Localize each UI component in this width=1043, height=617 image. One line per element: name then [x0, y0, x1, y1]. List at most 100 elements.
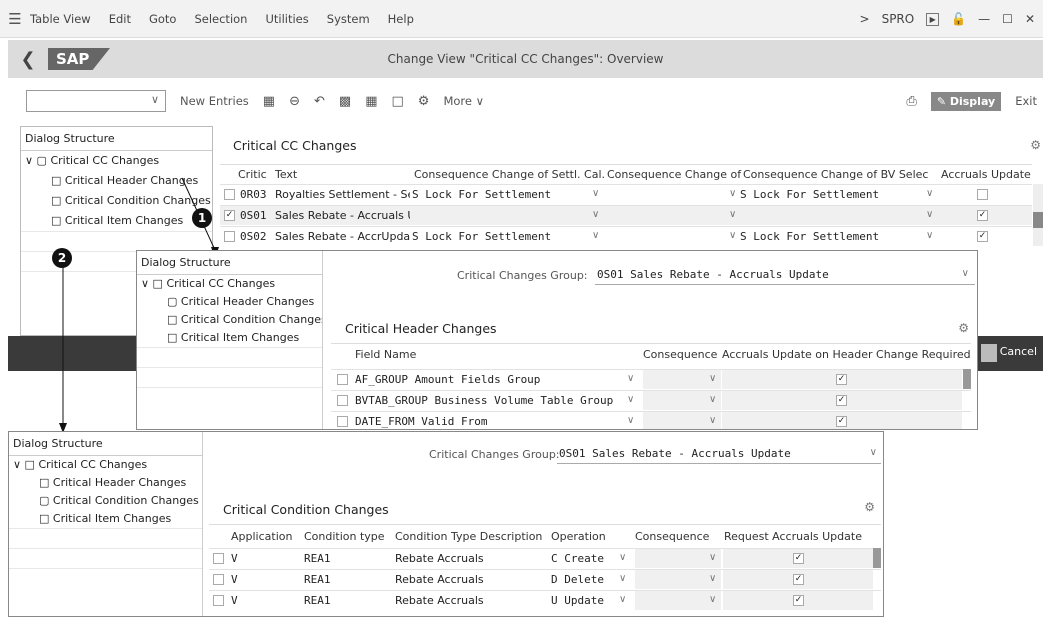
expand-arrow[interactable]: >: [860, 12, 870, 26]
chevron-down-icon[interactable]: ∨: [592, 230, 599, 241]
col-request-accruals[interactable]: Request Accruals Update: [724, 530, 862, 543]
menu-goto[interactable]: Goto: [149, 12, 177, 26]
tree-item-header-changes[interactable]: □ Critical Header Changes: [21, 171, 212, 191]
accruals-checkbox[interactable]: ✓: [977, 231, 988, 242]
accruals-checkbox[interactable]: ✓: [977, 210, 988, 221]
row-select[interactable]: [213, 595, 224, 606]
table-row[interactable]: DATE_FROM Valid From ∨ ∨ ✓: [331, 411, 971, 429]
chevron-down-icon[interactable]: ∨: [592, 188, 599, 199]
table-row[interactable]: V REA1 Rebate Accruals C Create ∨ ∨ ✓: [209, 548, 881, 568]
chevron-down-icon[interactable]: ∨: [926, 209, 933, 220]
col-consequence[interactable]: Consequence: [643, 348, 717, 361]
chevron-down-icon[interactable]: ∨: [709, 552, 716, 563]
row-select[interactable]: [213, 553, 224, 564]
menu-help[interactable]: Help: [388, 12, 414, 26]
table-row[interactable]: V REA1 Rebate Accruals D Delete ∨ ∨ ✓: [209, 569, 881, 589]
accruals-checkbox[interactable]: ✓: [836, 395, 847, 406]
accruals-checkbox[interactable]: ✓: [793, 574, 804, 585]
tree-item-item-changes[interactable]: □ Critical Item Changes: [137, 329, 322, 347]
col-operation[interactable]: Operation: [551, 530, 606, 543]
col-ext[interactable]: Consequence Change of ext: [607, 168, 742, 181]
chevron-down-icon[interactable]: ∨: [627, 373, 634, 384]
row-bv[interactable]: S Lock For Settlement: [740, 188, 879, 201]
menu-system[interactable]: System: [327, 12, 370, 26]
chevron-down-icon[interactable]: ∨: [729, 188, 736, 199]
settings-icon[interactable]: ⚙: [864, 500, 875, 514]
menu-selection[interactable]: Selection: [194, 12, 247, 26]
row-select[interactable]: [213, 574, 224, 585]
col-bv[interactable]: Consequence Change of BV Selec: [743, 168, 938, 181]
table-row[interactable]: BVTAB_GROUP Business Volume Table Group …: [331, 390, 971, 410]
menu-utilities[interactable]: Utilities: [265, 12, 308, 26]
copy-icon[interactable]: ▦: [263, 94, 275, 109]
col-accruals[interactable]: Accruals Update: [941, 168, 1031, 181]
select-block-icon[interactable]: ▦: [365, 94, 377, 109]
row-select[interactable]: [224, 231, 235, 242]
maximize-icon[interactable]: ☐: [1002, 12, 1013, 26]
row-select[interactable]: [224, 189, 235, 200]
row-select[interactable]: [337, 395, 348, 406]
col-text[interactable]: Text: [275, 168, 405, 181]
col-accruals-required[interactable]: Accruals Update on Header Change Require…: [722, 348, 971, 361]
tree-item-item-changes[interactable]: □ Critical Item Changes: [9, 510, 202, 528]
row-select[interactable]: [337, 374, 348, 385]
row-bv[interactable]: S Lock For Settlement: [740, 230, 879, 243]
exit-button[interactable]: Exit: [1015, 94, 1037, 108]
menu-icon[interactable]: ☰: [0, 10, 30, 28]
accruals-checkbox[interactable]: [977, 189, 988, 200]
col-condition-desc[interactable]: Condition Type Description: [395, 530, 542, 543]
row-select[interactable]: ✓: [224, 210, 235, 221]
settings-icon[interactable]: ⚙: [1030, 138, 1041, 152]
delete-icon[interactable]: ⊖: [289, 94, 300, 109]
col-settl[interactable]: Consequence Change of Settl. Cal.: [414, 168, 604, 181]
col-critic[interactable]: Critic: [238, 168, 268, 181]
accruals-checkbox[interactable]: ✓: [793, 553, 804, 564]
select-all-icon[interactable]: ▩: [339, 94, 351, 109]
vertical-scrollbar[interactable]: [1033, 184, 1043, 246]
tree-item-header-changes[interactable]: ▢ Critical Header Changes: [137, 293, 322, 311]
lock-icon[interactable]: 🔓: [951, 12, 966, 26]
deselect-all-icon[interactable]: □: [392, 94, 404, 109]
tree-item-condition-changes[interactable]: ▢ Critical Condition Changes: [9, 492, 202, 510]
undo-icon[interactable]: ↶: [314, 94, 325, 109]
chevron-down-icon[interactable]: ∨: [627, 415, 634, 426]
tree-item-cc-changes[interactable]: ∨ □ Critical CC Changes: [9, 456, 202, 474]
operation[interactable]: D Delete: [551, 573, 604, 586]
tree-item-cc-changes[interactable]: ∨ ▢ Critical CC Changes: [21, 151, 212, 171]
display-button[interactable]: ✎ Display: [930, 91, 1002, 111]
col-consequence[interactable]: Consequence: [635, 530, 709, 543]
row-settl[interactable]: S Lock For Settlement: [412, 188, 551, 201]
accruals-checkbox[interactable]: ✓: [836, 416, 847, 427]
chevron-down-icon[interactable]: ∨: [926, 188, 933, 199]
chevron-down-icon[interactable]: ∨: [729, 209, 736, 220]
command-field[interactable]: [26, 90, 166, 112]
chevron-down-icon[interactable]: ∨: [709, 573, 716, 584]
chevron-down-icon[interactable]: ∨: [619, 594, 626, 605]
vertical-scrollbar[interactable]: [873, 548, 881, 568]
col-condition-type[interactable]: Condition type: [304, 530, 385, 543]
group-field[interactable]: 0S01 Sales Rebate - Accruals Update ∨: [595, 265, 975, 285]
close-icon[interactable]: ✕: [1025, 12, 1035, 26]
accruals-checkbox[interactable]: ✓: [836, 374, 847, 385]
print-icon[interactable]: ⎙: [906, 94, 916, 109]
tree-item-header-changes[interactable]: □ Critical Header Changes: [9, 474, 202, 492]
chevron-down-icon[interactable]: ∨: [709, 594, 716, 605]
chevron-down-icon[interactable]: ∨: [709, 415, 716, 426]
chevron-down-icon[interactable]: ∨: [627, 394, 634, 405]
tree-item-cc-changes[interactable]: ∨ □ Critical CC Changes: [137, 275, 322, 293]
group-field[interactable]: 0S01 Sales Rebate - Accruals Update ∨: [557, 444, 881, 464]
play-icon[interactable]: ▶: [926, 12, 940, 26]
menu-table-view[interactable]: Table View: [30, 12, 91, 26]
row-settl[interactable]: S Lock For Settlement: [412, 230, 551, 243]
partial-button[interactable]: [981, 344, 997, 362]
table-row[interactable]: V REA1 Rebate Accruals U Update ∨ ∨ ✓: [209, 590, 881, 610]
chevron-down-icon[interactable]: ∨: [619, 552, 626, 563]
chevron-down-icon[interactable]: ∨: [709, 373, 716, 384]
settings-icon[interactable]: ⚙: [958, 321, 969, 335]
cancel-button[interactable]: Cancel: [1000, 345, 1037, 358]
accruals-checkbox[interactable]: ✓: [793, 595, 804, 606]
config-icon[interactable]: ⚙: [418, 94, 430, 109]
menu-edit[interactable]: Edit: [109, 12, 131, 26]
chevron-down-icon[interactable]: ∨: [926, 230, 933, 241]
tree-item-condition-changes[interactable]: □ Critical Condition Changes: [137, 311, 322, 329]
